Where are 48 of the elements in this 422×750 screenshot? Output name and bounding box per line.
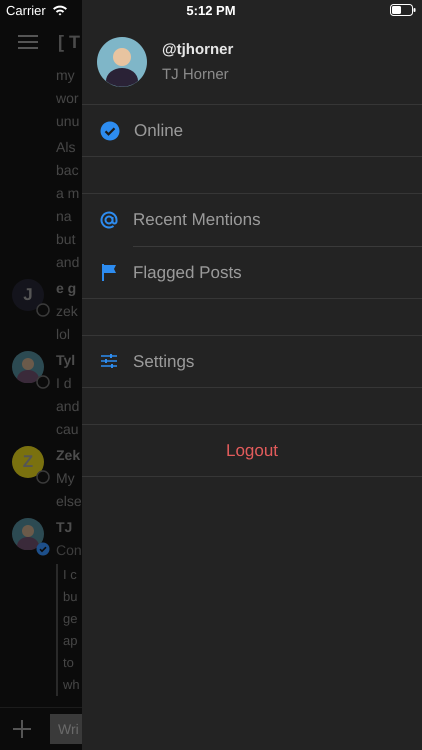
- quote-text: ap: [63, 632, 78, 650]
- message-text: wor: [56, 89, 80, 108]
- author-name: Tyl: [56, 351, 76, 370]
- message-text: and: [56, 397, 80, 416]
- username: @tjhorner: [162, 41, 234, 58]
- status-time: 5:12 PM: [186, 2, 236, 18]
- quote-text: bu: [63, 588, 78, 606]
- menu-item[interactable]: Settings: [82, 336, 422, 388]
- user-avatar: Z: [12, 446, 44, 478]
- display-name: TJ Horner: [162, 66, 230, 83]
- user-avatar: J: [12, 279, 44, 311]
- user-avatar: [12, 351, 44, 383]
- author-name: TJ: [56, 518, 74, 537]
- at-icon: [100, 210, 119, 230]
- quote-text: ge: [63, 610, 78, 628]
- quote-text: to: [63, 654, 75, 672]
- profile-avatar: [97, 37, 147, 87]
- message-text: na: [56, 207, 73, 226]
- menu-item[interactable]: Flagged Posts: [82, 247, 422, 299]
- message-text: my: [56, 66, 76, 85]
- message-text: unu: [56, 112, 80, 131]
- status-item[interactable]: Online: [82, 105, 422, 157]
- message-text: I d: [56, 374, 73, 393]
- channel-title: [ T: [58, 32, 80, 52]
- flag-icon: [100, 263, 119, 282]
- message-text: zek: [56, 302, 78, 321]
- quote-text: wh: [63, 676, 81, 694]
- message-text: My: [56, 469, 76, 488]
- plus-icon[interactable]: [12, 719, 32, 739]
- message-text: Als: [56, 138, 76, 157]
- user-avatar: [12, 518, 44, 550]
- menu-item[interactable]: Recent Mentions: [82, 194, 422, 246]
- carrier-label: Carrier: [6, 2, 46, 18]
- message-text: bac: [56, 161, 80, 180]
- sliders-icon: [100, 352, 119, 371]
- author-name: e g: [56, 279, 78, 298]
- logout-button[interactable]: Logout: [82, 425, 422, 477]
- quote-text: I c: [63, 566, 78, 584]
- message-text: lol: [56, 325, 72, 344]
- menu-icon[interactable]: [18, 34, 38, 50]
- message-text: cau: [56, 420, 80, 439]
- message-text: else: [56, 492, 82, 511]
- message-text: a m: [56, 184, 80, 203]
- author-name: Zek: [56, 446, 82, 465]
- message-text: but: [56, 230, 76, 249]
- message-text: and: [56, 253, 80, 272]
- battery-icon: [390, 4, 416, 16]
- wifi-icon: [52, 4, 68, 16]
